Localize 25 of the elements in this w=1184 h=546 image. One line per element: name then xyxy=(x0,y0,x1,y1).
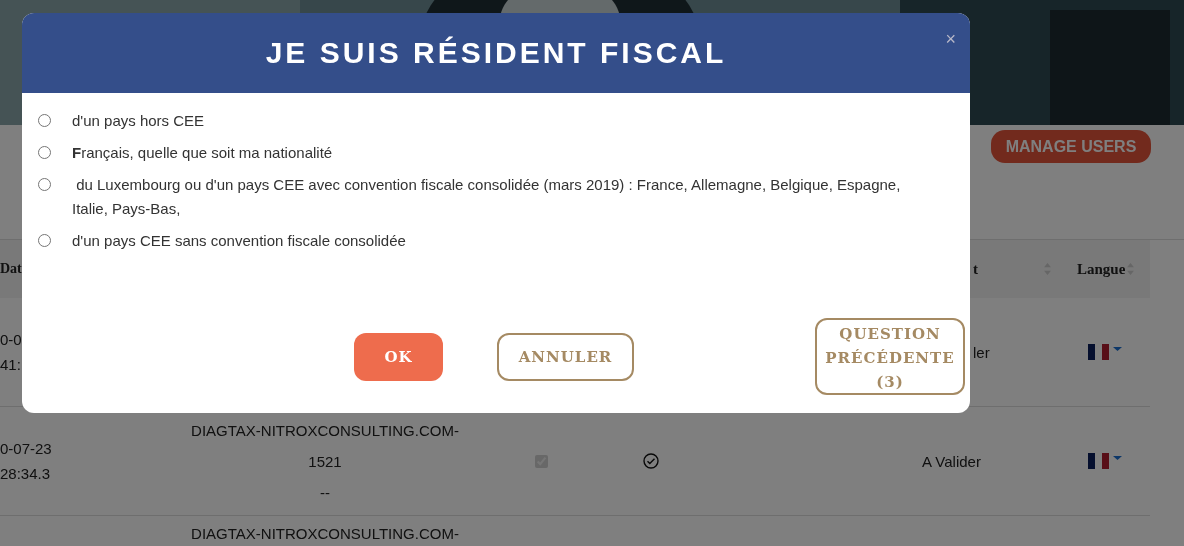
column-header[interactable]: Dat xyxy=(0,261,22,277)
status-cell-text: A Valider xyxy=(922,451,981,472)
column-header[interactable]: Langue xyxy=(1077,260,1126,278)
column-header[interactable]: t xyxy=(973,260,978,278)
ok-button[interactable]: OK xyxy=(354,332,443,381)
option-label: du Luxembourg ou d'un pays CEE avec convention fiscale consolidée (mars 2019) : France, Allemagne, Belgique, Espagne, Italie, Pays-Bas, xyxy=(72,175,902,219)
flag-dropdown-icon[interactable] xyxy=(1088,453,1124,469)
radio-button[interactable] xyxy=(38,234,51,247)
close-button[interactable]: × xyxy=(943,29,958,49)
cancel-button[interactable]: ANNULER xyxy=(497,332,634,381)
radio-button[interactable] xyxy=(38,146,51,159)
reference-cell-text: DIAGTAX-NITROXCONSULTING.COM- xyxy=(191,524,459,544)
option-label: d'un pays CEE sans convention fiscale consolidée xyxy=(72,231,406,251)
flag-dropdown-icon[interactable] xyxy=(1088,344,1124,360)
radio-button[interactable] xyxy=(38,178,51,191)
date-cell-text: 0-07-23 28:34.3 xyxy=(0,439,52,484)
reference-cell-text: DIAGTAX-NITROXCONSULTING.COM- 1521 -- xyxy=(191,420,459,503)
manage-users-button[interactable]: MANAGE USERS xyxy=(991,130,1151,163)
check-circle-icon xyxy=(643,453,659,469)
dialog-title: JE SUIS RÉSIDENT FISCAL xyxy=(265,36,727,70)
radio-button[interactable] xyxy=(38,114,51,127)
option-label: d'un pays hors CEE xyxy=(72,111,205,131)
previous-question-button[interactable]: QUESTION PRÉCÉDENTE (3) xyxy=(815,318,965,395)
option-label: Français, quelle que soit ma nationalité xyxy=(72,143,333,163)
date-cell-text: 0-0 41: xyxy=(0,330,22,375)
